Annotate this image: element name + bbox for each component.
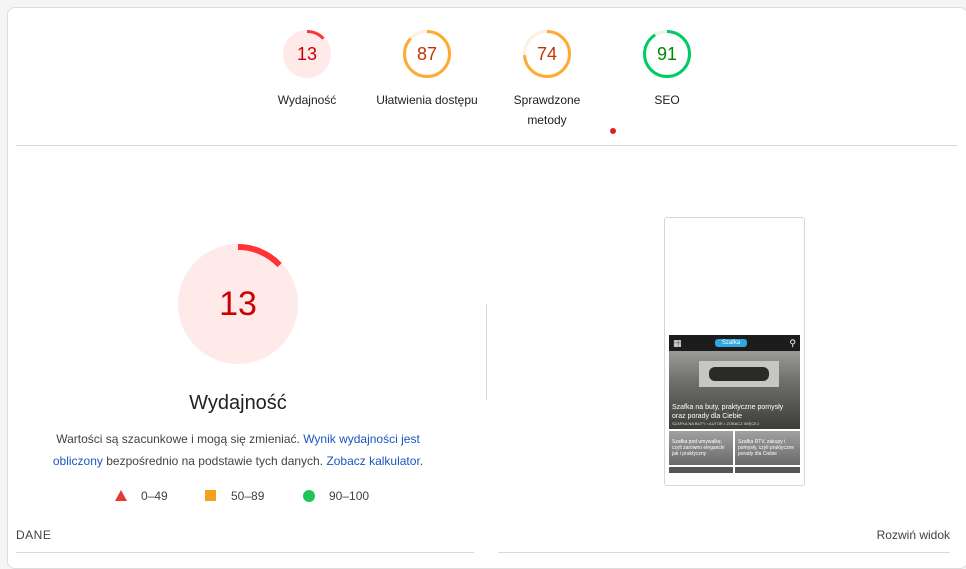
gauge-performance[interactable]: 13 Wydajność [237, 30, 377, 110]
calculator-link[interactable]: Zobacz kalkulator [326, 454, 419, 468]
tile-title: Szafka RTV, zakupy i pomysły, czyli prak… [738, 439, 795, 457]
gauge-best-practices[interactable]: 74 Sprawdzone metody [477, 30, 617, 130]
grid-menu-icon: ▦ [673, 338, 682, 348]
gauge-ring: 91 [643, 30, 691, 78]
gauge-accessibility[interactable]: 87 Ułatwienia dostępu [357, 30, 497, 110]
active-indicator-dot [610, 128, 616, 134]
section-divider [16, 552, 474, 553]
performance-title: Wydajność [189, 392, 287, 414]
hero-image-shoes [709, 367, 769, 381]
description-text: Wartości są szacunkowe i mogą się zmieni… [56, 432, 304, 446]
performance-score: 13 [219, 285, 257, 323]
header-divider [16, 145, 957, 146]
screenshot-site-header: ▦ Szafka ⚲ [669, 335, 800, 351]
legend-label: 0–49 [141, 489, 168, 503]
screenshot-hero-image: Szafka na buty, praktyczne pomysły oraz … [669, 351, 800, 429]
screenshot-tile-bottom-right [735, 467, 800, 473]
page-screenshot-thumbnail[interactable]: ▦ Szafka ⚲ Szafka na buty, praktyczne po… [664, 217, 805, 486]
square-icon [205, 490, 216, 501]
site-logo: Szafka [715, 339, 747, 347]
gauge-ring: 13 [283, 30, 331, 78]
description-text: . [419, 454, 424, 468]
hero-title: Szafka na buty, praktyczne pomysły oraz … [672, 404, 784, 420]
expand-view-button[interactable]: Rozwiń widok [877, 528, 950, 542]
gauge-score: 87 [416, 44, 438, 64]
gauge-label: Wydajność [277, 93, 337, 107]
section-divider [498, 552, 950, 553]
vertical-divider [486, 304, 487, 400]
gauge-label: Sprawdzone metody [513, 93, 581, 127]
gauge-score: 13 [296, 44, 318, 64]
gauge-label: Ułatwienia dostępu [376, 93, 478, 107]
gauge-ring: 87 [403, 30, 451, 78]
tile-title: Szafka pod umywalkę, czyli zarówno elega… [672, 439, 725, 457]
screenshot-tile-right: Szafka RTV, zakupy i pomysły, czyli prak… [735, 431, 800, 465]
gauge-seo[interactable]: 91 SEO [597, 30, 737, 110]
legend-label: 50–89 [231, 489, 265, 503]
screenshot-tile-left: Szafka pod umywalkę, czyli zarówno elega… [669, 431, 733, 465]
gauge-score: 91 [656, 44, 678, 64]
performance-description: Wartości są szacunkowe i mogą się zmieni… [40, 428, 436, 472]
description-text: bezpośrednio na podstawie tych danych. [102, 454, 327, 468]
category-gauges: 13 Wydajność 87 Ułatwienia dostępu 74 Sp… [0, 0, 966, 140]
circle-icon [303, 490, 315, 502]
gauge-score: 74 [536, 44, 558, 64]
legend-label: 90–100 [329, 489, 370, 503]
screenshot-tile-bottom-left [669, 467, 733, 473]
performance-gauge: 13 [178, 244, 298, 364]
triangle-icon [115, 490, 127, 501]
data-section-heading: DANE [16, 528, 52, 542]
gauge-label: SEO [654, 93, 680, 107]
gauge-ring: 74 [523, 30, 571, 78]
search-icon: ⚲ [789, 338, 796, 348]
hero-meta: SZAFKA NA BUTY • AUTOR • ZOBACZ WIĘCEJ [672, 421, 759, 426]
